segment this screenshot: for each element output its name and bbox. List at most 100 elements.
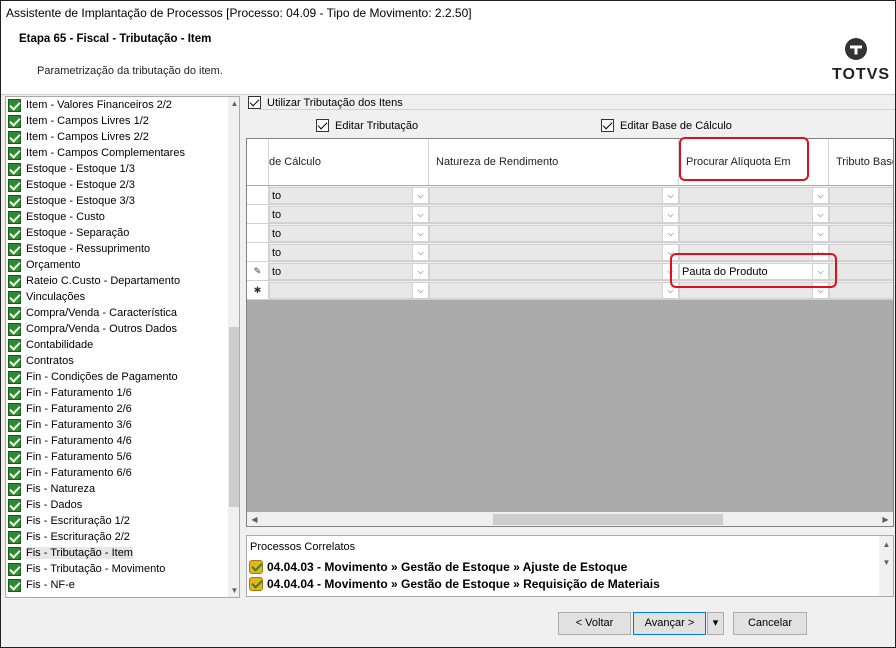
cell-calc-base[interactable]: to ⌵ xyxy=(269,244,429,261)
chevron-down-icon[interactable]: ⌵ xyxy=(812,207,828,222)
cell-income-nature[interactable]: ⌵ xyxy=(429,282,679,299)
tree-item[interactable]: Vinculações xyxy=(8,289,85,305)
tree-item[interactable]: Fis - NF-e xyxy=(8,577,75,593)
cell-calc-base[interactable]: to ⌵ xyxy=(269,263,429,280)
next-button[interactable]: Avançar > xyxy=(633,612,706,635)
table-row[interactable]: to ⌵ ⌵ ⌵ xyxy=(247,186,893,205)
edit-calc-base-checkbox[interactable] xyxy=(601,119,614,132)
cell-tax-base[interactable] xyxy=(829,225,893,242)
grid-hscrollbar[interactable]: ◀ ▶ xyxy=(247,512,893,526)
tree-item[interactable]: Fin - Faturamento 4/6 xyxy=(8,433,132,449)
chevron-down-icon[interactable]: ⌵ xyxy=(412,264,428,279)
cancel-button[interactable]: Cancelar xyxy=(733,612,807,635)
cell-rate-lookup[interactable]: ⌵ xyxy=(679,187,829,204)
tree-item[interactable]: Estoque - Estoque 2/3 xyxy=(8,177,135,193)
scroll-left-icon[interactable]: ◀ xyxy=(248,513,261,526)
edit-calc-base-option[interactable]: Editar Base de Cálculo xyxy=(601,119,732,132)
tree-item[interactable]: Estoque - Estoque 3/3 xyxy=(8,193,135,209)
grid-hscroll-thumb[interactable] xyxy=(493,514,723,525)
related-item[interactable]: 04.04.03 - Movimento » Gestão de Estoque… xyxy=(249,560,627,574)
cell-calc-base[interactable]: ⌵ xyxy=(269,282,429,299)
taxation-grid[interactable]: de Cálculo Natureza de Rendimento Procur… xyxy=(246,138,894,527)
related-item-label[interactable]: 04.04.03 - Movimento » Gestão de Estoque… xyxy=(267,560,627,574)
col-header-income-nature[interactable]: Natureza de Rendimento xyxy=(429,139,679,185)
scroll-down-icon[interactable]: ▼ xyxy=(228,584,239,597)
tree-item[interactable]: Estoque - Ressuprimento xyxy=(8,241,150,257)
tree-item[interactable]: Estoque - Estoque 1/3 xyxy=(8,161,135,177)
cell-income-nature[interactable]: ⌵ xyxy=(429,263,679,280)
tree-item[interactable]: Compra/Venda - Outros Dados xyxy=(8,321,177,337)
cell-tax-base[interactable] xyxy=(829,187,893,204)
chevron-down-icon[interactable]: ⌵ xyxy=(662,226,678,241)
steps-tree[interactable]: Item - Valores Financeiros 2/2 Item - Cam… xyxy=(5,96,240,598)
tree-item[interactable]: Item - Valores Financeiros 2/2 xyxy=(8,97,172,113)
tree-item[interactable]: Item - Campos Livres 2/2 xyxy=(8,129,149,145)
tree-item[interactable]: Fis - Dados xyxy=(8,497,82,513)
edit-taxation-checkbox[interactable] xyxy=(316,119,329,132)
tree-item[interactable]: Estoque - Separação xyxy=(8,225,129,241)
row-marker[interactable]: ✱ xyxy=(247,281,269,299)
tree-item[interactable]: Contabilidade xyxy=(8,337,93,353)
scroll-up-icon[interactable]: ▲ xyxy=(880,538,893,551)
cell-income-nature[interactable]: ⌵ xyxy=(429,187,679,204)
cell-tax-base[interactable] xyxy=(829,263,893,280)
tree-item[interactable]: Orçamento xyxy=(8,257,80,273)
tree-scrollbar[interactable]: ▲ ▼ xyxy=(228,97,239,597)
tree-item[interactable]: Fin - Condições de Pagamento xyxy=(8,369,178,385)
col-header-tax-base[interactable]: Tributo Base xyxy=(829,139,893,185)
cell-calc-base[interactable]: to ⌵ xyxy=(269,187,429,204)
cell-income-nature[interactable]: ⌵ xyxy=(429,206,679,223)
tree-item[interactable]: Rateio C.Custo - Departamento xyxy=(8,273,180,289)
scroll-right-icon[interactable]: ▶ xyxy=(879,513,892,526)
tree-item[interactable]: Fin - Faturamento 1/6 xyxy=(8,385,132,401)
back-button[interactable]: < Voltar xyxy=(558,612,631,635)
cell-rate-lookup[interactable]: ⌵ xyxy=(679,206,829,223)
col-header-calc-base[interactable]: de Cálculo xyxy=(269,139,429,185)
chevron-down-icon[interactable]: ⌵ xyxy=(412,245,428,260)
row-marker[interactable] xyxy=(247,243,269,261)
row-marker[interactable] xyxy=(247,205,269,223)
next-menu-button[interactable]: ▾ xyxy=(707,612,724,635)
use-item-taxation-option[interactable]: Utilizar Tributação dos Itens xyxy=(248,96,403,109)
tree-scroll-thumb[interactable] xyxy=(229,327,239,507)
cell-tax-base[interactable] xyxy=(829,206,893,223)
use-item-taxation-checkbox[interactable] xyxy=(248,96,261,109)
chevron-down-icon[interactable]: ⌵ xyxy=(412,188,428,203)
tree-item[interactable]: Fin - Faturamento 3/6 xyxy=(8,417,132,433)
tree-item[interactable]: Fin - Faturamento 2/6 xyxy=(8,401,132,417)
scroll-down-icon[interactable]: ▼ xyxy=(880,556,893,569)
table-row[interactable]: to ⌵ ⌵ ⌵ xyxy=(247,224,893,243)
cell-calc-base[interactable]: to ⌵ xyxy=(269,225,429,242)
chevron-down-icon[interactable]: ⌵ xyxy=(412,283,428,298)
related-item-label[interactable]: 04.04.04 - Movimento » Gestão de Estoque… xyxy=(267,577,660,591)
cell-calc-base[interactable]: to ⌵ xyxy=(269,206,429,223)
tree-item[interactable]: Fis - Tributação - Item xyxy=(8,545,133,561)
row-marker[interactable]: ✎ xyxy=(247,262,269,280)
row-marker[interactable] xyxy=(247,186,269,204)
tree-item[interactable]: Compra/Venda - Característica xyxy=(8,305,177,321)
tree-item[interactable]: Fin - Faturamento 5/6 xyxy=(8,449,132,465)
chevron-down-icon[interactable]: ⌵ xyxy=(662,207,678,222)
cell-income-nature[interactable]: ⌵ xyxy=(429,225,679,242)
cell-tax-base[interactable] xyxy=(829,244,893,261)
tree-item[interactable]: Fis - Natureza xyxy=(8,481,95,497)
chevron-down-icon[interactable]: ⌵ xyxy=(662,188,678,203)
scroll-up-icon[interactable]: ▲ xyxy=(228,97,239,110)
cell-income-nature[interactable]: ⌵ xyxy=(429,244,679,261)
chevron-down-icon[interactable]: ⌵ xyxy=(412,207,428,222)
edit-taxation-option[interactable]: Editar Tributação xyxy=(316,119,418,132)
cell-rate-lookup[interactable]: ⌵ xyxy=(679,225,829,242)
chevron-down-icon[interactable]: ⌵ xyxy=(412,226,428,241)
tree-item[interactable]: Item - Campos Complementares xyxy=(8,145,185,161)
row-marker[interactable] xyxy=(247,224,269,242)
tree-item[interactable]: Fin - Faturamento 6/6 xyxy=(8,465,132,481)
chevron-down-icon[interactable]: ⌵ xyxy=(812,188,828,203)
chevron-down-icon[interactable]: ⌵ xyxy=(812,226,828,241)
table-row[interactable]: to ⌵ ⌵ ⌵ xyxy=(247,205,893,224)
tree-item[interactable]: Fis - Tributação - Movimento xyxy=(8,561,165,577)
related-item[interactable]: 04.04.04 - Movimento » Gestão de Estoque… xyxy=(249,577,660,591)
cell-tax-base[interactable] xyxy=(829,282,893,299)
tree-item[interactable]: Estoque - Custo xyxy=(8,209,105,225)
tree-item[interactable]: Fis - Escrituração 1/2 xyxy=(8,513,130,529)
tree-item[interactable]: Contratos xyxy=(8,353,74,369)
